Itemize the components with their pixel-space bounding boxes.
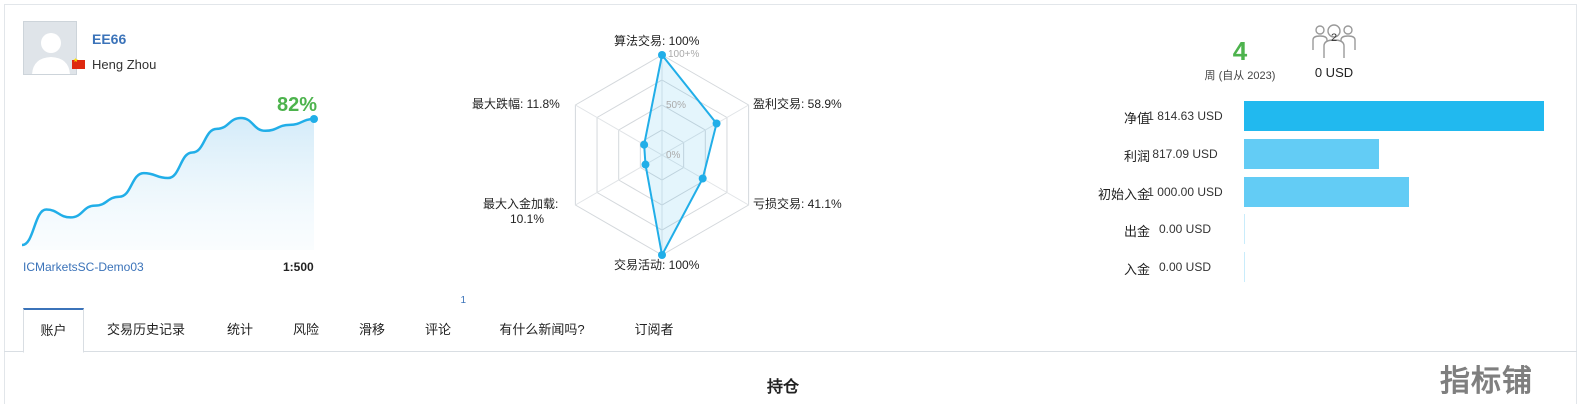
tab-risks[interactable]: 风险 [286, 308, 326, 352]
radar-label-loss-trades: 亏损交易: 41.1% [753, 197, 842, 211]
radar-label-profit-trades: 盈利交易: 58.9% [753, 97, 842, 111]
stat-bar [1244, 252, 1245, 282]
radar-label-max-deposit-load-value: 10.1% [510, 212, 545, 226]
weeks-caption: 周 (自从 2023) [1204, 70, 1276, 82]
subscribers-amount: 0 USD [1314, 65, 1354, 80]
stat-bar [1244, 101, 1544, 131]
stat-value: 817.09 USD [1152, 147, 1218, 161]
stat-bar [1244, 214, 1245, 244]
radar-label-max-drawdown: 最大跌幅: 11.8% [472, 97, 560, 111]
stat-row-equity: 净值 1 814.63 USD [1040, 101, 1560, 131]
tab-subscribers[interactable]: 订阅者 [626, 308, 682, 352]
radar-point [641, 160, 650, 169]
stat-value: 1 000.00 USD [1147, 185, 1223, 199]
radar-chart: 100+% 50% 0% [574, 49, 750, 259]
avatar[interactable] [23, 21, 77, 75]
tab-account[interactable]: 账户 [23, 308, 84, 353]
stat-row-deposits: 入金 0.00 USD [1040, 252, 1560, 282]
tab-news[interactable]: 有什么新闻吗? [492, 308, 592, 352]
radar-point [712, 119, 721, 128]
tab-trade-history[interactable]: 交易历史记录 [100, 308, 192, 352]
user-location: Heng Zhou [92, 57, 157, 72]
user-silhouette-icon [32, 33, 70, 74]
radar-label-max-deposit-load: 最大入金加载: [483, 197, 559, 211]
radar-scale-zero: 0% [666, 150, 681, 161]
stat-bar [1244, 139, 1379, 169]
server-name[interactable]: ICMarketsSC-Demo03 [23, 260, 144, 274]
china-flag-icon [72, 57, 85, 69]
tab-bar: 账户 交易历史记录 统计 风险 滑移 评论 1 有什么新闻吗? 订阅者 [4, 295, 1577, 353]
growth-percentage: 82% [277, 94, 318, 116]
tab-reviews[interactable]: 评论 1 [418, 295, 466, 352]
tab-reviews-label: 评论 [424, 322, 451, 337]
radar-scale-mid: 50% [666, 100, 686, 111]
weeks-count: 4 [1232, 36, 1248, 66]
tab-slippage[interactable]: 滑移 [352, 308, 392, 352]
radar-scale-top: 100+% [668, 49, 700, 60]
user-name[interactable]: EE66 [92, 31, 126, 47]
radar-label-activity: 交易活动: 100% [614, 258, 700, 272]
growth-area [22, 118, 314, 250]
radar-label-algo: 算法交易: 100% [614, 34, 700, 48]
stat-value: 0.00 USD [1158, 260, 1212, 274]
watermark: 指标铺 [1440, 365, 1533, 398]
stat-row-profit: 利润 817.09 USD [1040, 139, 1560, 169]
stat-row-withdrawals: 出金 0.00 USD [1040, 214, 1560, 244]
tab-statistics[interactable]: 统计 [220, 308, 260, 352]
stat-value: 1 814.63 USD [1147, 109, 1223, 123]
reviews-count-badge: 1 [460, 295, 466, 306]
radar-point [698, 174, 707, 183]
radar-point [658, 51, 666, 59]
stat-value: 0.00 USD [1158, 222, 1212, 236]
leverage: 1:500 [283, 260, 314, 274]
stat-row-initial-deposit: 初始入金 1 000.00 USD [1040, 177, 1560, 207]
radar-point [640, 140, 649, 149]
section-title: 持仓 [766, 379, 799, 396]
growth-chart [21, 114, 318, 250]
stat-bar [1244, 177, 1409, 207]
subscribers-count: 2 [1330, 32, 1338, 44]
